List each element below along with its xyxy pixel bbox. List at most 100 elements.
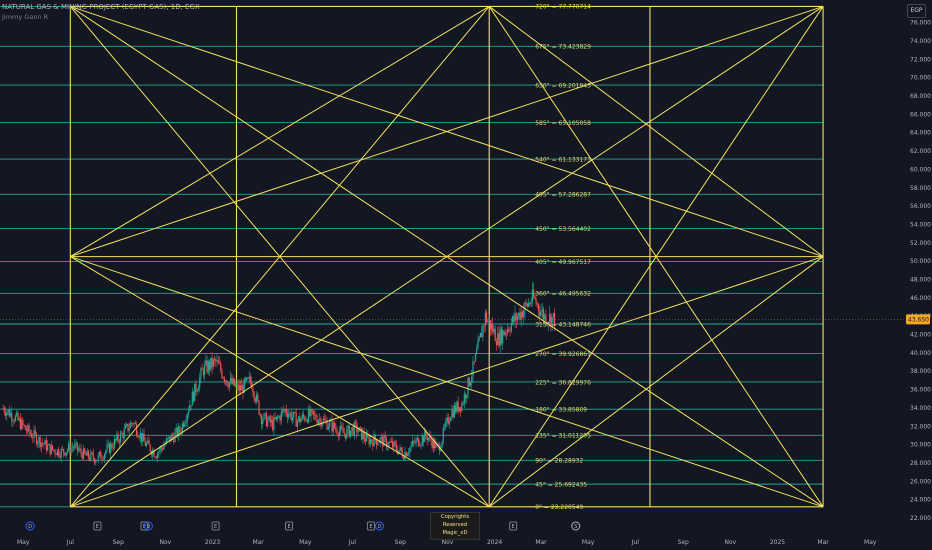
price-tick-label: 62.000 xyxy=(910,148,931,155)
candle-body xyxy=(148,440,150,445)
candle-body xyxy=(500,328,503,344)
candle-body xyxy=(227,384,229,388)
time-axis[interactable]: May Jul Sep Nov 2023 Mar May Jul Sep Nov 2024 Mar Ma… xyxy=(17,539,877,546)
candle-body xyxy=(531,289,533,303)
time-tick-label: May xyxy=(864,539,877,546)
candle-body xyxy=(431,440,433,449)
candle-body xyxy=(171,434,174,437)
candle-body xyxy=(474,354,477,362)
gann-level-label: 0° = 23.220549 xyxy=(535,504,583,511)
candle-body xyxy=(126,423,128,426)
candle-body xyxy=(28,425,30,433)
candle-body xyxy=(129,423,132,429)
event-marker-glyph: E xyxy=(287,524,290,530)
candle-body xyxy=(529,302,531,305)
price-tick-label: 58.000 xyxy=(910,185,931,192)
candle-body xyxy=(288,414,290,418)
candle-body xyxy=(278,416,280,418)
candle-body xyxy=(238,385,240,391)
candle-body xyxy=(452,409,454,418)
candle-body xyxy=(426,436,428,441)
candle-body xyxy=(225,380,227,382)
time-tick-label: 2024 xyxy=(487,539,502,546)
candle-body xyxy=(490,324,493,330)
candle-body xyxy=(48,444,50,446)
candle-body xyxy=(74,444,76,448)
candle-body xyxy=(341,425,343,429)
candle-body xyxy=(461,403,463,412)
candle-body xyxy=(248,376,250,379)
candle-body xyxy=(268,416,270,421)
candle-body xyxy=(133,423,135,425)
candle-body xyxy=(458,407,460,412)
candle-body xyxy=(201,368,203,370)
time-tick-label: 2025 xyxy=(770,539,785,546)
candle-body xyxy=(81,453,83,459)
gann-fan-lines xyxy=(69,5,824,508)
candle-body xyxy=(361,427,363,440)
candle-body xyxy=(162,448,164,450)
candle-body xyxy=(143,433,145,442)
candle-body xyxy=(415,439,417,444)
indicator-name[interactable]: Jimmy Gann R xyxy=(2,13,48,21)
candle-body xyxy=(121,433,123,434)
candle-body xyxy=(205,360,207,365)
price-tick-label: 40.000 xyxy=(910,350,931,357)
candle-body xyxy=(115,439,117,441)
candle-body xyxy=(184,423,186,427)
candle-body xyxy=(466,394,468,399)
candle-body xyxy=(505,332,507,334)
price-tick-label: 50.000 xyxy=(910,258,931,265)
copyright-box: Copyrights Reserved Magic_xD xyxy=(430,512,480,540)
currency-button[interactable]: EGP xyxy=(907,4,926,18)
candle-body xyxy=(155,457,158,459)
candle-body xyxy=(84,448,86,454)
candle-body xyxy=(45,440,47,451)
candle-body xyxy=(498,332,500,346)
candle-body xyxy=(275,416,277,420)
candle-body xyxy=(103,454,106,459)
candle-body xyxy=(342,428,344,434)
candle-body xyxy=(63,449,65,453)
candle-body xyxy=(510,323,512,332)
gann-chart[interactable]: 720° = 77.770714 675° = 73.423829 630° = 6… xyxy=(0,0,932,550)
candle-body xyxy=(34,430,36,434)
candle-body xyxy=(346,428,348,439)
candle-body xyxy=(239,385,242,391)
candle-body xyxy=(455,405,457,412)
candle-body xyxy=(508,328,510,331)
time-tick-label: Nov xyxy=(724,539,736,546)
candle-body xyxy=(284,409,286,412)
candle-body xyxy=(241,384,243,391)
candle-body xyxy=(163,445,165,450)
candle-body xyxy=(265,413,268,427)
candle-body xyxy=(336,429,338,434)
candle-body xyxy=(408,452,410,454)
candle-body xyxy=(294,411,296,413)
candle-body xyxy=(528,302,530,307)
candle-body xyxy=(389,442,391,443)
candle-body xyxy=(106,445,108,452)
price-tick-label: 26.000 xyxy=(910,478,931,485)
candle-body xyxy=(6,412,8,416)
candle-body xyxy=(211,357,213,368)
event-markers[interactable]: DEEDEEEDEES xyxy=(25,521,581,531)
candle-body xyxy=(91,452,93,454)
candle-body xyxy=(68,443,70,451)
candle-body xyxy=(420,443,422,446)
price-axis[interactable]: 22.000 24.000 26.000 28.000 30.000 32.000 34.0… xyxy=(0,20,931,522)
price-tick-label: 22.000 xyxy=(910,515,931,522)
time-tick-label: Mar xyxy=(535,539,547,546)
candle-body xyxy=(409,447,411,453)
candle-body xyxy=(357,431,359,433)
price-tick-label: 32.000 xyxy=(910,423,931,430)
event-marker-glyph: S xyxy=(574,524,577,530)
candle-body xyxy=(49,444,51,455)
candle-body xyxy=(14,415,17,421)
candle-body xyxy=(27,425,29,432)
candle-body xyxy=(332,422,334,432)
candle-body xyxy=(234,384,237,386)
gann-level-label: 180° = 33.85809 xyxy=(535,407,587,414)
candle-body xyxy=(331,420,333,432)
candle-body xyxy=(406,453,409,456)
